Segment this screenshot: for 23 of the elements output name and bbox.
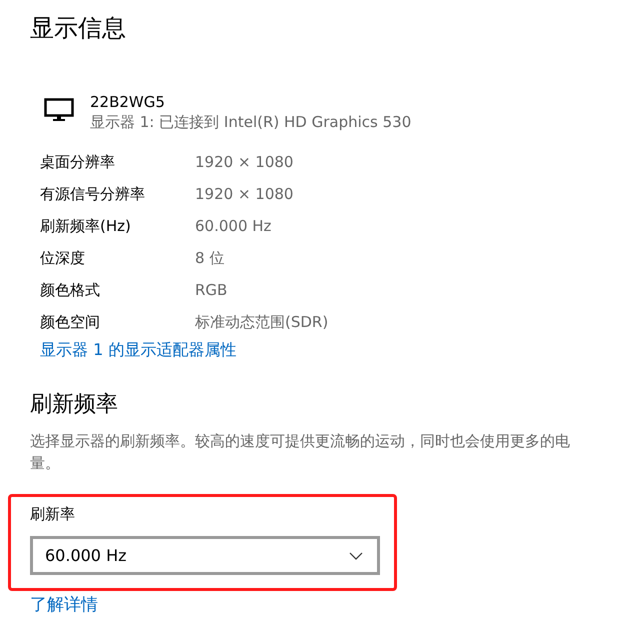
refresh-rate-dropdown[interactable]: 60.000 Hz — [30, 536, 380, 575]
adapter-properties-link[interactable]: 显示器 1 的显示适配器属性 — [40, 338, 236, 362]
property-label: 桌面分辨率 — [40, 152, 116, 173]
display-name: 22B2WG5 — [90, 92, 166, 112]
property-value: 8 位 — [195, 248, 226, 269]
caret-icon — [349, 552, 363, 560]
section-description: 选择显示器的刷新频率。较高的速度可提供更流畅的运动，同时也会使用更多的电量。 — [30, 431, 571, 474]
property-label: 颜色格式 — [40, 280, 101, 301]
property-label: 颜色空间 — [40, 312, 101, 333]
property-label: 有源信号分辨率 — [40, 184, 146, 205]
display-subtitle: 显示器 1: 已连接到 Intel(R) HD Graphics 530 — [90, 112, 412, 132]
field-label: 刷新率 — [30, 504, 76, 525]
learn-more-link[interactable]: 了解详情 — [30, 593, 98, 617]
property-value: RGB — [195, 280, 228, 301]
property-label: 位深度 — [40, 248, 86, 269]
page-title: 显示信息 — [30, 13, 127, 44]
property-value: 标准动态范围(SDR) — [195, 312, 330, 333]
property-label: 刷新频率(Hz) — [40, 216, 132, 237]
section-heading: 刷新频率 — [30, 391, 119, 419]
property-value: 1920 × 1080 — [195, 184, 294, 205]
property-value: 60.000 Hz — [195, 216, 272, 237]
property-value: 1920 × 1080 — [195, 152, 294, 173]
monitor-icon — [44, 98, 74, 122]
